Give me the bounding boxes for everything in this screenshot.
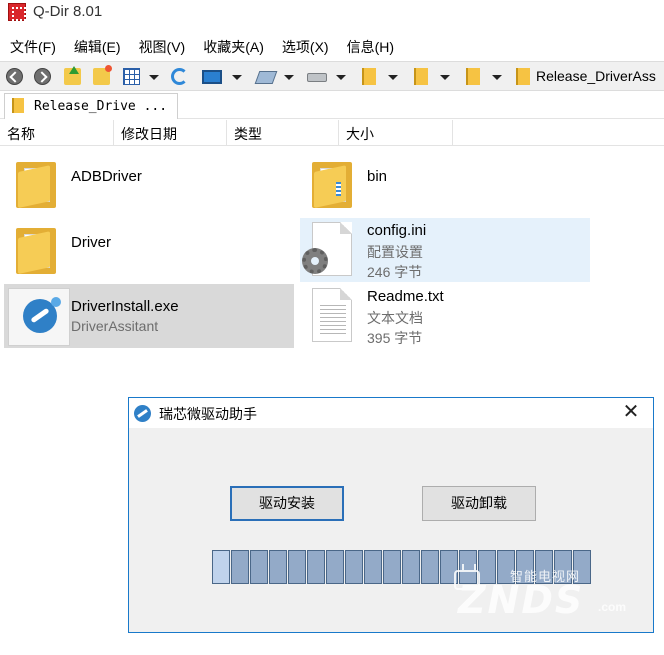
file-name: bin [367, 168, 388, 185]
progress-segment [307, 550, 325, 584]
refresh-icon[interactable] [171, 68, 188, 85]
progress-segment [364, 550, 382, 584]
menu-info[interactable]: 信息(H) [337, 33, 402, 59]
app-exe-icon [8, 288, 70, 346]
computer-dropdown-icon[interactable] [284, 75, 294, 80]
watermark-suffix: .com [598, 600, 627, 614]
computer-icon[interactable] [254, 71, 278, 84]
menubar: 文件(F) 编辑(E) 视图(V) 收藏夹(A) 选项(X) 信息(H) [0, 33, 664, 59]
watermark-main-text: ZNDS [458, 578, 585, 622]
folder-dropdown-icon[interactable] [440, 75, 450, 80]
file-name: ADBDriver [71, 168, 142, 185]
folder-dropdown-icon[interactable] [492, 75, 502, 80]
column-type[interactable]: 类型 [227, 120, 339, 146]
progress-segment [269, 550, 287, 584]
progress-segment [288, 550, 306, 584]
dialog-title: 瑞芯微驱动助手 [159, 406, 257, 422]
progress-segment [326, 550, 344, 584]
desktop-icon[interactable] [202, 70, 222, 84]
folder-icon [16, 158, 58, 208]
gear-icon [302, 248, 328, 274]
window-title: Q-Dir 8.01 [33, 3, 103, 20]
uninstall-driver-button[interactable]: 驱动卸载 [422, 486, 536, 521]
progress-segment [402, 550, 420, 584]
menu-options[interactable]: 选项(X) [272, 33, 337, 59]
back-icon[interactable] [6, 68, 23, 85]
tab-strip: Release_Drive ... [0, 91, 664, 119]
file-item[interactable]: ADBDriver [4, 152, 294, 216]
dialog-titlebar: 瑞芯微驱动助手 ✕ [129, 398, 653, 428]
up-folder-icon[interactable] [64, 66, 81, 85]
file-item[interactable]: config.ini 配置设置 246 字节 [300, 218, 590, 282]
desktop-dropdown-icon[interactable] [232, 75, 242, 80]
file-item[interactable]: Driver [4, 218, 294, 282]
progress-segment [345, 550, 363, 584]
app-icon [8, 3, 26, 21]
progress-segment [231, 550, 249, 584]
znds-watermark: 智能电视网 ZNDS .com [452, 562, 648, 622]
file-item[interactable]: DriverInstall.exe DriverAssitant [4, 284, 294, 348]
folder-dropdown-icon[interactable] [388, 75, 398, 80]
menu-edit[interactable]: 编辑(E) [64, 33, 129, 59]
progress-segment [250, 550, 268, 584]
drive-icon[interactable] [307, 73, 327, 82]
toolbar: Release_DriverAss [0, 61, 664, 91]
forward-icon[interactable] [34, 68, 51, 85]
progress-segment [212, 550, 230, 584]
column-modified[interactable]: 修改日期 [114, 120, 227, 146]
menu-file[interactable]: 文件(F) [0, 33, 64, 59]
folder-icon[interactable] [466, 68, 480, 85]
progress-segment [383, 550, 401, 584]
file-name: Driver [71, 234, 111, 251]
menu-view[interactable]: 视图(V) [129, 33, 194, 59]
drive-dropdown-icon[interactable] [336, 75, 346, 80]
path-display[interactable]: Release_DriverAss [536, 68, 656, 84]
progress-segment [421, 550, 439, 584]
folder-icon [312, 158, 354, 208]
file-size: 246 字节 [367, 264, 423, 280]
file-type: DriverAssitant [71, 318, 159, 334]
file-size: 395 字节 [367, 330, 423, 346]
column-size[interactable]: 大小 [339, 120, 453, 146]
menu-favorites[interactable]: 收藏夹(A) [193, 33, 272, 59]
file-name: Readme.txt [367, 288, 444, 305]
folder-icon [16, 224, 58, 274]
install-driver-button[interactable]: 驱动安装 [230, 486, 344, 521]
view-mode-icon[interactable] [123, 68, 140, 85]
current-folder-icon [516, 68, 530, 85]
column-name[interactable]: 名称 [0, 120, 114, 146]
folder-icon [12, 98, 24, 113]
file-item[interactable]: Readme.txt 文本文档 395 字节 [300, 284, 590, 348]
tab-label: Release_Drive ... [34, 99, 168, 114]
folder-icon[interactable] [414, 68, 428, 85]
file-item[interactable]: bin [300, 152, 590, 216]
new-folder-icon[interactable] [93, 65, 112, 85]
view-mode-dropdown-icon[interactable] [149, 75, 159, 80]
file-type: 文本文档 [367, 310, 423, 326]
column-header: 名称 修改日期 类型 大小 [0, 120, 664, 146]
text-file-icon [312, 288, 352, 342]
file-name: config.ini [367, 222, 427, 239]
folder-icon[interactable] [362, 68, 376, 85]
file-type: 配置设置 [367, 244, 423, 260]
close-icon[interactable]: ✕ [609, 398, 653, 428]
tab-release-driver[interactable]: Release_Drive ... [4, 93, 178, 119]
dialog-app-icon [134, 405, 151, 422]
window-titlebar: Q-Dir 8.01 [0, 0, 664, 26]
file-name: DriverInstall.exe [71, 298, 179, 315]
